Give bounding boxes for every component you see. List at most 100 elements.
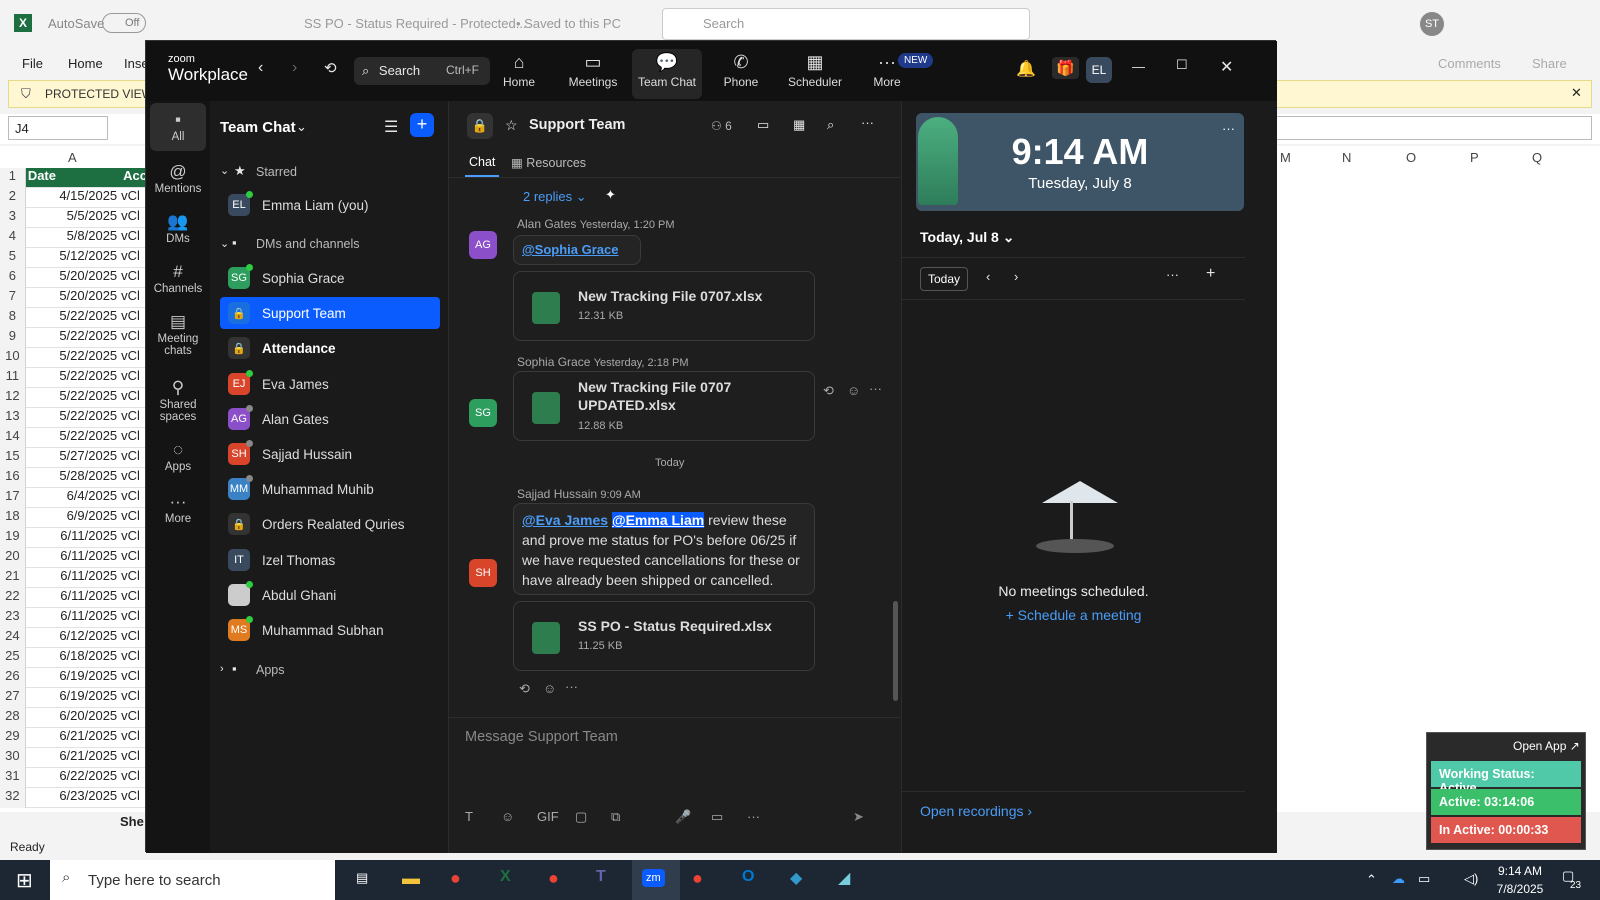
file-attachment[interactable]: New Tracking File 0707 UPDATED.xlsx 12.8…	[513, 371, 815, 441]
chrome-profile-2-icon[interactable]: ●	[692, 868, 703, 889]
row-number[interactable]: 21	[0, 568, 26, 588]
contact-item[interactable]: SH Sajjad Hussain	[220, 438, 440, 470]
file-attachment[interactable]: SS PO - Status Required.xlsx 11.25 KB	[513, 601, 815, 671]
row-number[interactable]: 1	[0, 168, 26, 188]
table-cell[interactable]: 5/22/2025	[25, 388, 122, 408]
close-icon[interactable]: ✕	[1571, 85, 1582, 101]
history-icon[interactable]: ⟲	[324, 59, 337, 77]
table-cell[interactable]: vCl	[121, 648, 145, 668]
chrome-profile-icon[interactable]: ●	[548, 868, 559, 889]
table-cell[interactable]: vCl	[121, 308, 145, 328]
row-number[interactable]: 22	[0, 588, 26, 608]
table-cell[interactable]: vCl	[121, 748, 145, 768]
composer-tool-icon[interactable]: ▢	[575, 809, 587, 825]
sparkle-icon[interactable]: ✦	[605, 187, 616, 203]
sheet-tab[interactable]: She	[120, 814, 144, 829]
replies-link[interactable]: 2 replies ⌄	[523, 189, 587, 205]
table-cell[interactable]: 6/12/2025	[25, 628, 122, 648]
task-view-icon[interactable]: ▤	[356, 870, 368, 886]
formula-input[interactable]	[1276, 116, 1592, 140]
rail-item-more[interactable]: ··· More	[150, 491, 206, 525]
table-cell[interactable]: vCl	[121, 448, 145, 468]
table-cell[interactable]: vCl	[121, 488, 145, 508]
chevron-down-icon[interactable]: ⌄	[296, 119, 307, 135]
table-cell[interactable]: 5/22/2025	[25, 428, 122, 448]
chevron-down-icon[interactable]: ⌄	[220, 164, 229, 177]
contact-item[interactable]: 🔒 Support Team	[220, 297, 440, 329]
table-cell[interactable]: 6/11/2025	[25, 528, 122, 548]
table-cell[interactable]: 6/21/2025	[25, 728, 122, 748]
chrome-icon[interactable]: ●	[450, 868, 461, 889]
app-diamond-icon[interactable]: ◆	[790, 868, 802, 888]
row-number[interactable]: 2	[0, 188, 26, 208]
row-number[interactable]: 6	[0, 268, 26, 288]
table-cell[interactable]: 6/21/2025	[25, 748, 122, 768]
table-cell[interactable]: 5/12/2025	[25, 248, 122, 268]
table-cell[interactable]: vCl	[121, 668, 145, 688]
mention-link[interactable]: @Sophia Grace	[522, 242, 618, 257]
reply-icon[interactable]: ⟲	[823, 383, 834, 399]
maximize-icon[interactable]: ☐	[1176, 57, 1188, 73]
table-cell[interactable]: vCl	[121, 208, 145, 228]
more-icon[interactable]: ···	[1166, 267, 1179, 282]
network-icon[interactable]: ▭	[1418, 871, 1430, 887]
chevron-right-icon[interactable]: ›	[220, 663, 224, 675]
outlook-icon[interactable]: O	[742, 868, 754, 886]
row-number[interactable]: 7	[0, 288, 26, 308]
clock-time[interactable]: 9:14 AM	[1490, 864, 1550, 878]
menu-home[interactable]: Home	[68, 56, 103, 71]
excel-search-input[interactable]: Search	[662, 8, 1030, 40]
table-cell[interactable]: vCl	[121, 288, 145, 308]
table-cell[interactable]: 5/5/2025	[25, 208, 122, 228]
table-cell[interactable]: vCl	[121, 188, 145, 208]
table-cell[interactable]: vCl	[121, 788, 145, 808]
prev-day-icon[interactable]: ‹	[986, 269, 990, 284]
table-cell[interactable]: vCl	[121, 388, 145, 408]
table-cell[interactable]: vCl	[121, 328, 145, 348]
forward-icon[interactable]: ›	[292, 59, 297, 77]
contact-item[interactable]: EJ Eva James	[220, 368, 440, 400]
teams-icon[interactable]: T	[596, 868, 606, 886]
calendar-icon[interactable]: ▦	[793, 117, 805, 133]
row-number[interactable]: 29	[0, 728, 26, 748]
mention-link[interactable]: @Emma Liam	[611, 512, 705, 528]
contact-item[interactable]: Abdul Ghani	[220, 579, 440, 611]
apps-section[interactable]: Apps	[256, 663, 285, 677]
emoji-reaction-icon[interactable]: ☺	[543, 681, 556, 696]
row-number[interactable]: 23	[0, 608, 26, 628]
nav-phone[interactable]: ✆ Phone	[706, 49, 776, 99]
table-cell[interactable]: vCl	[121, 508, 145, 528]
table-cell[interactable]: vCl	[121, 568, 145, 588]
excel-user-avatar[interactable]: ST	[1420, 12, 1444, 36]
table-cell[interactable]: vCl	[121, 708, 145, 728]
tab-chat[interactable]: Chat	[469, 155, 495, 169]
table-cell[interactable]: vCl	[121, 248, 145, 268]
chat-list-title[interactable]: Team Chat	[220, 119, 296, 136]
file-attachment[interactable]: New Tracking File 0707.xlsx 12.31 KB	[513, 271, 815, 341]
composer-tool-icon[interactable]: ☺	[501, 809, 514, 824]
composer-tool-icon[interactable]: ···	[747, 809, 760, 824]
menu-file[interactable]: File	[22, 56, 43, 71]
rail-item-channels[interactable]: # Channels	[150, 261, 206, 295]
table-cell[interactable]: vCl	[121, 408, 145, 428]
autosave-toggle[interactable]: Off	[102, 13, 146, 33]
table-cell[interactable]: 5/20/2025	[25, 288, 122, 308]
open-recordings-link[interactable]: Open recordings ›	[920, 803, 1032, 819]
table-cell[interactable]: vCl	[121, 228, 145, 248]
row-number[interactable]: 24	[0, 628, 26, 648]
table-cell[interactable]: 5/22/2025	[25, 368, 122, 388]
rail-item-apps[interactable]: ◌ Apps	[150, 439, 206, 473]
contact-item[interactable]: AG Alan Gates	[220, 403, 440, 435]
avatar[interactable]: SG	[469, 399, 497, 427]
table-cell[interactable]: 6/9/2025	[25, 508, 122, 528]
contact-item[interactable]: MS Muhammad Subhan	[220, 614, 440, 646]
row-number[interactable]: 19	[0, 528, 26, 548]
rail-item-meeting-chats[interactable]: ▤ Meeting chats	[150, 311, 206, 357]
table-cell[interactable]: vCl	[121, 548, 145, 568]
clock-date[interactable]: 7/8/2025	[1490, 882, 1550, 896]
table-cell[interactable]: vCl	[121, 528, 145, 548]
row-number[interactable]: 18	[0, 508, 26, 528]
table-cell[interactable]: 5/22/2025	[25, 348, 122, 368]
composer-tool-icon[interactable]: T	[465, 809, 473, 824]
more-icon[interactable]: ···	[565, 679, 578, 694]
